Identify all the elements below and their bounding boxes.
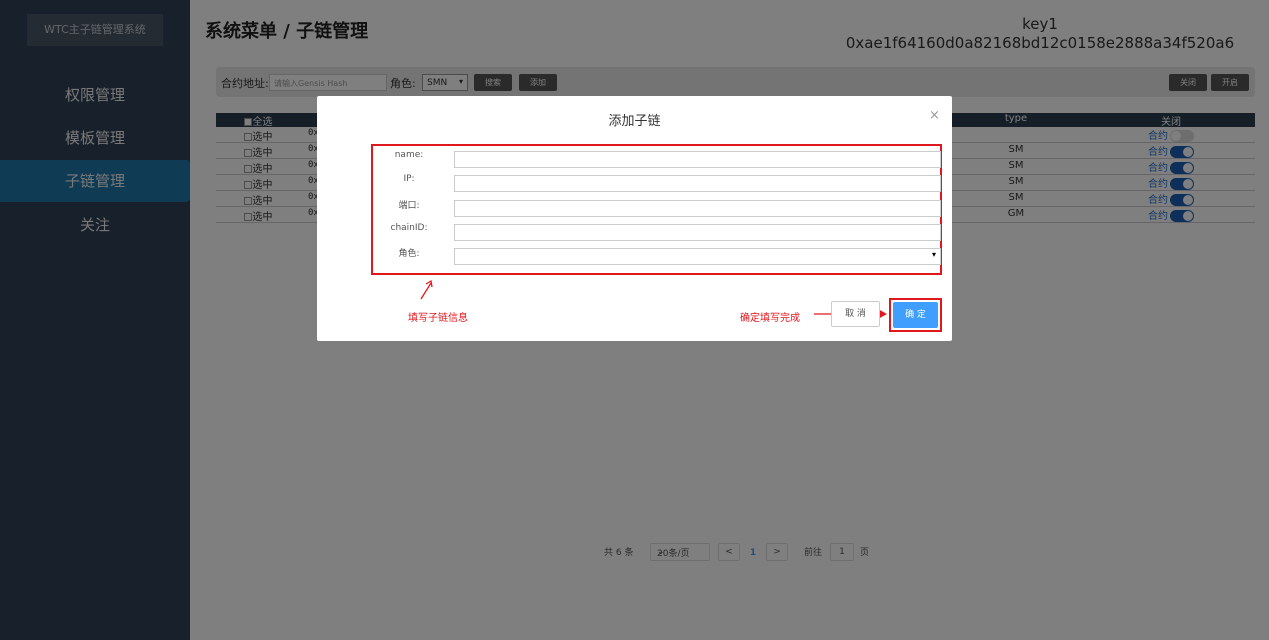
confirm-annotation: 确定填写完成 (740, 313, 800, 324)
field-row-role: 角色: ▾ (373, 245, 944, 265)
dropdown-arrow-icon: ▾ (931, 250, 936, 259)
port-label: 端口: (398, 201, 420, 211)
confirm-highlight-box: 确 定 (889, 298, 942, 332)
port-input[interactable] (454, 200, 941, 217)
field-row-ip: IP: (373, 172, 944, 192)
ip-label: IP: (403, 174, 415, 184)
field-row-name: name: (373, 148, 944, 168)
role-field-label: 角色: (398, 249, 420, 259)
chainid-input[interactable] (454, 224, 941, 241)
add-subchain-dialog: 添加子链 × name: IP: 端口: chainID: 角色: ▾ 填写子链… (317, 96, 952, 341)
form-highlight-box: name: IP: 端口: chainID: 角色: ▾ (371, 144, 942, 275)
name-input[interactable] (454, 151, 941, 168)
field-row-chainid: chainID: (373, 221, 944, 241)
cancel-button[interactable]: 取 消 (831, 301, 880, 327)
close-icon[interactable]: × (929, 108, 940, 123)
annotation-arrow-icon (420, 279, 433, 300)
field-row-port: 端口: (373, 197, 944, 217)
confirm-button[interactable]: 确 定 (893, 302, 938, 328)
ip-input[interactable] (454, 175, 941, 192)
dialog-title: 添加子链 (608, 114, 661, 129)
name-label: name: (394, 150, 424, 160)
role-field-select[interactable]: ▾ (454, 248, 941, 265)
form-annotation: 填写子链信息 (408, 313, 468, 324)
chainid-label: chainID: (390, 223, 428, 233)
